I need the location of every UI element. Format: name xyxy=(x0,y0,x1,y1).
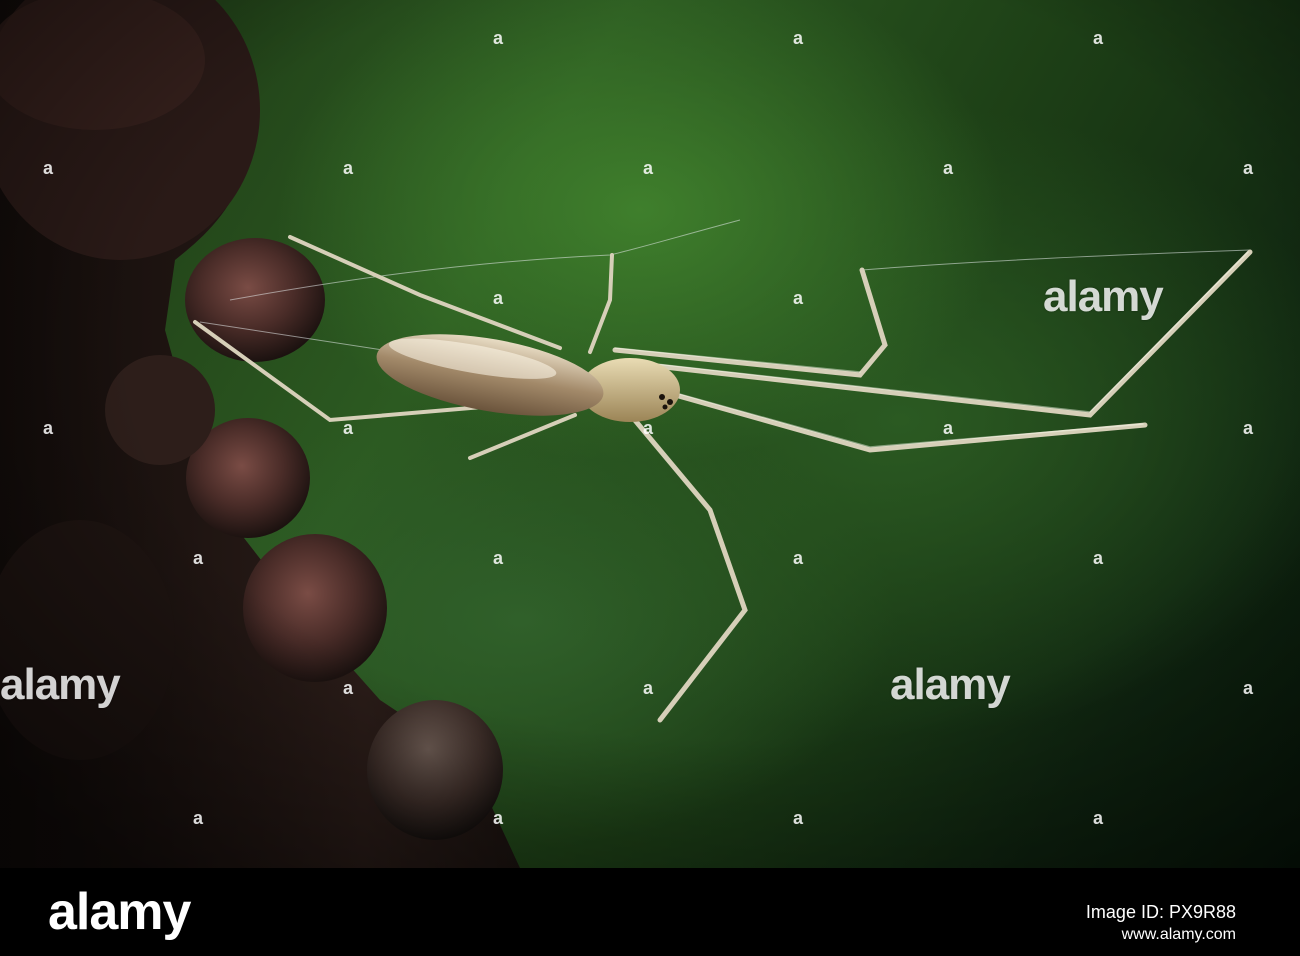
photo-scene xyxy=(0,0,1300,868)
spider-photo: alamy alamy alamy a a a a a a a a a a a … xyxy=(0,0,1300,868)
footer-bar: alamy Image ID: PX9R88 www.alamy.com xyxy=(0,868,1300,956)
stock-photo: alamy alamy alamy a a a a a a a a a a a … xyxy=(0,0,1300,956)
alamy-logo: alamy xyxy=(48,883,191,941)
image-id-label: Image ID: PX9R88 xyxy=(1085,902,1236,922)
site-url: www.alamy.com xyxy=(1121,926,1236,943)
